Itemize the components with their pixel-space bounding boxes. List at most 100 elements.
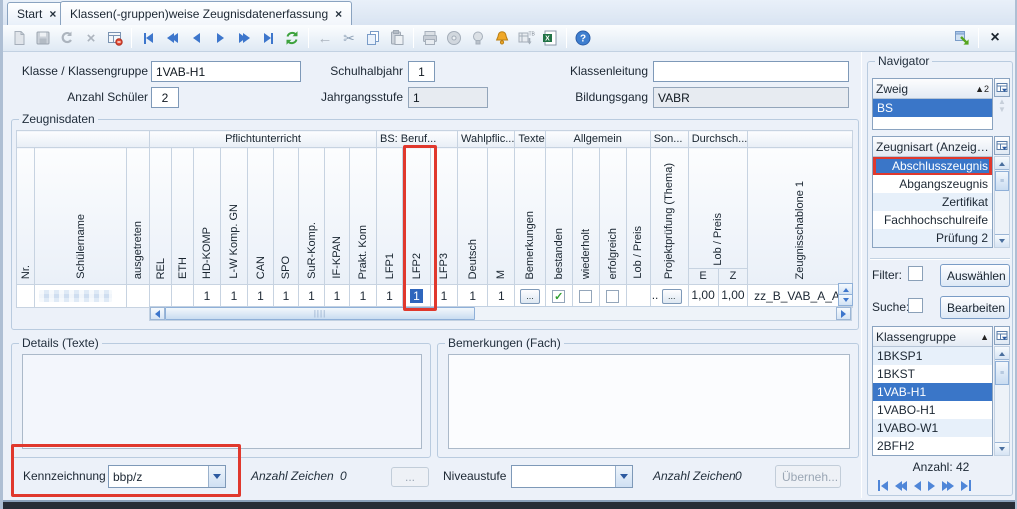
cell-sur-komp[interactable]: 1 (299, 285, 325, 308)
suche-checkbox[interactable] (908, 298, 923, 313)
list-item-2bfp2-2[interactable]: 2BFP2/2 (873, 455, 992, 456)
cell-lfp2[interactable]: 1 (403, 285, 431, 308)
scroll-left-icon[interactable] (150, 307, 165, 320)
cell-wiederholt[interactable] (572, 285, 599, 308)
col-bemerkungen[interactable]: Bemerkungen (515, 148, 545, 285)
col-lfp2[interactable]: LFP2 (403, 148, 431, 285)
col-lob-preis[interactable]: Lob / Preis (626, 148, 650, 285)
cell-m[interactable]: 1 (488, 285, 515, 308)
list-item-abgangszeugnis[interactable]: Abgangszeugnis (873, 175, 992, 193)
tb-export-icon[interactable]: TB (515, 27, 537, 49)
klassengruppe-scrollbar[interactable]: ≡ (994, 346, 1010, 456)
value-E[interactable]: 1,00 (689, 285, 719, 307)
cell-ellipsis-button[interactable]: ... (662, 289, 682, 304)
disc-icon[interactable] (443, 27, 465, 49)
scroll-down-icon[interactable] (995, 234, 1009, 247)
excel-export-icon[interactable]: X (539, 27, 561, 49)
list-item-1vabo-h1[interactable]: 1VABO-H1 (873, 401, 992, 419)
vscroll-track[interactable] (995, 192, 1009, 234)
cell-eth[interactable] (172, 285, 194, 308)
list-item-bs[interactable]: BS (873, 99, 992, 117)
cell-lob-preis[interactable] (626, 285, 650, 308)
hscroll-thumb[interactable]: |||| (165, 307, 475, 320)
refresh-icon[interactable] (281, 27, 303, 49)
erfolgreich-checkbox[interactable] (606, 290, 619, 303)
cell-spo[interactable]: 1 (274, 285, 299, 308)
cell-ellipsis-button[interactable]: ... (520, 289, 540, 304)
subcol-E[interactable]: E (689, 269, 719, 284)
auswaehlen-button[interactable]: Auswählen (940, 264, 1010, 287)
vscroll-thumb[interactable]: ≡ (995, 171, 1009, 191)
next-record-icon[interactable] (209, 27, 231, 49)
save-icon[interactable] (32, 27, 54, 49)
grid-settings-button[interactable] (994, 326, 1010, 345)
cell-hd-komp[interactable]: 1 (194, 285, 221, 308)
cell-ausgetreten[interactable] (127, 285, 150, 308)
col-nr[interactable]: Nr. (17, 148, 35, 285)
table-hscrollbar[interactable]: |||| (149, 306, 852, 321)
klassengruppe-list-header[interactable]: Klassengruppe ▲ (873, 327, 992, 347)
cut-icon[interactable]: ✂ (338, 27, 360, 49)
col-projektpruefung[interactable]: Projektprüfung (Thema) (650, 148, 688, 285)
list-item-zertifikat[interactable]: Zertifikat (873, 193, 992, 211)
list-item-1bksp1[interactable]: 1BKSP1 (873, 347, 992, 365)
cell-lob-preis-durchschnitt[interactable]: 1,001,00 (688, 285, 748, 308)
list-item-2bfh2[interactable]: 2BFH2 (873, 437, 992, 455)
col-lob-preis-durchschnitt[interactable]: Lob / PreisEZ (688, 148, 748, 285)
back-arrow-icon[interactable]: ← (314, 27, 336, 49)
list-item-fachhochschulreife[interactable]: Fachhochschulreife (873, 211, 992, 229)
cell-if-kpan[interactable]: 1 (325, 285, 350, 308)
tab-close-icon[interactable]: × (49, 8, 56, 20)
col-can[interactable]: CAN (248, 148, 274, 285)
cell-projektpruefung[interactable]: .. ... (650, 285, 688, 308)
col-sur-komp[interactable]: SuR-Komp. (299, 148, 325, 285)
wiederholt-checkbox[interactable] (579, 290, 592, 303)
scroll-up-icon[interactable] (995, 157, 1009, 170)
bemerkungen-textarea[interactable] (448, 354, 850, 449)
col-zeugnisschablone[interactable]: Zeugnisschablone 1 (748, 148, 853, 285)
cell-rel[interactable] (150, 285, 172, 308)
copy-icon[interactable] (362, 27, 384, 49)
chevron-down-icon[interactable] (208, 466, 225, 487)
klassenleitung-input[interactable] (653, 61, 849, 82)
cell-lfp1[interactable]: 1 (377, 285, 403, 308)
col-deutsch[interactable]: Deutsch (458, 148, 488, 285)
fast-forward-icon[interactable] (233, 27, 255, 49)
list-item-1vabo-w1[interactable]: 1VABO-W1 (873, 419, 992, 437)
zweig-list-header[interactable]: Zweig ▲2 (873, 79, 992, 99)
col-erfolgreich[interactable]: erfolgreich (599, 148, 626, 285)
scroll-down-icon[interactable] (995, 442, 1009, 455)
hscroll-track[interactable] (475, 307, 836, 320)
col-lfp3[interactable]: LFP3 (431, 148, 458, 285)
col-eth[interactable]: ETH (172, 148, 194, 285)
ellipsis-button[interactable]: ... (391, 467, 429, 487)
tab-close-icon[interactable]: × (335, 8, 342, 20)
col-lw-komp-gn[interactable]: L-W Komp. GN (221, 148, 248, 285)
fast-backward-icon[interactable] (161, 27, 183, 49)
detach-window-icon[interactable] (951, 27, 973, 49)
col-lfp1[interactable]: LFP1 (377, 148, 403, 285)
cell-schuelername[interactable] (35, 285, 127, 308)
col-spo[interactable]: SPO (274, 148, 299, 285)
vscroll-track[interactable] (995, 386, 1009, 442)
bulb-icon[interactable] (467, 27, 489, 49)
anzahl-schueler-input[interactable] (151, 87, 179, 108)
klasse-input[interactable] (151, 61, 301, 82)
details-textarea[interactable] (22, 354, 422, 449)
previous-record-icon[interactable] (185, 27, 207, 49)
filter-checkbox[interactable] (908, 266, 923, 281)
paste-icon[interactable] (386, 27, 408, 49)
subcol-Z[interactable]: Z (719, 269, 748, 284)
schulhalbjahr-input[interactable] (408, 61, 435, 82)
fast-forward-button[interactable] (942, 481, 954, 491)
previous-record-button[interactable] (914, 481, 921, 491)
cell-erfolgreich[interactable] (599, 285, 626, 308)
cell-bemerkungen[interactable]: ... (515, 285, 545, 308)
col-wiederholt[interactable]: wiederholt (572, 148, 599, 285)
cell-can[interactable]: 1 (248, 285, 274, 308)
kennzeichnung-combobox[interactable]: bbp/z (108, 465, 226, 488)
cell-nr[interactable]: 1 (17, 285, 35, 308)
bell-icon[interactable] (491, 27, 513, 49)
col-if-kpan[interactable]: IF-KPAN (325, 148, 350, 285)
scroll-up-icon[interactable] (995, 347, 1009, 360)
